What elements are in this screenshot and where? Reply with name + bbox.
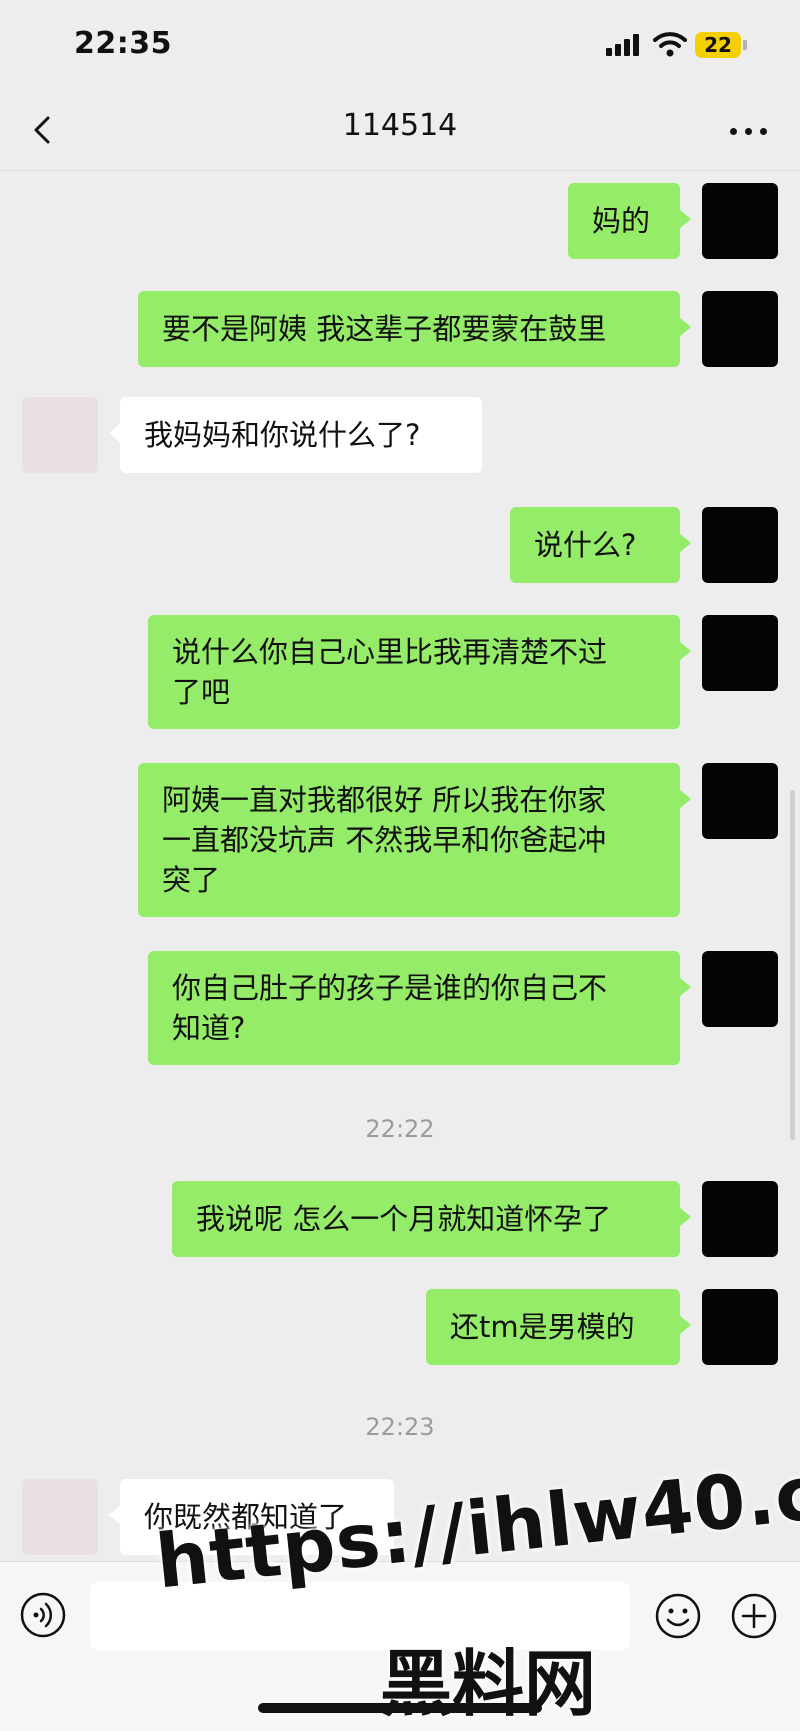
my-avatar[interactable] bbox=[702, 615, 778, 691]
plus-icon[interactable] bbox=[730, 1592, 778, 1640]
message-bubble[interactable]: 你既然都知道了 bbox=[109, 1479, 394, 1555]
message-line: 阿姨一直对我都很好 所以我在你家 bbox=[162, 783, 607, 817]
contact-avatar[interactable] bbox=[22, 1479, 98, 1555]
message-line: 你既然都知道了 bbox=[144, 1500, 348, 1534]
message-line: 妈的 bbox=[592, 204, 651, 238]
my-avatar[interactable] bbox=[702, 1181, 778, 1257]
message-line: 我妈妈和你说什么了? bbox=[144, 418, 421, 452]
signal-icon bbox=[606, 34, 642, 56]
wifi-icon bbox=[653, 32, 687, 57]
my-avatar[interactable] bbox=[702, 507, 778, 583]
message-line: 要不是阿姨 我这辈子都要蒙在鼓里 bbox=[162, 312, 607, 346]
battery-indicator: 22 bbox=[695, 32, 741, 58]
message-bubble[interactable]: 你自己肚子的孩子是谁的你自己不 知道? bbox=[148, 951, 691, 1065]
message-line: 说什么? bbox=[534, 528, 637, 562]
emoji-icon[interactable] bbox=[654, 1592, 702, 1640]
chat-header: 114514 bbox=[0, 90, 800, 171]
message-list[interactable]: 妈的 要不是阿姨 我这辈子都要蒙在鼓里 我妈妈和你说什么了? 说什么? 说什么你… bbox=[0, 171, 800, 1561]
home-indicator[interactable] bbox=[258, 1703, 542, 1713]
message-bubble[interactable]: 我妈妈和你说什么了? bbox=[109, 397, 482, 473]
my-avatar[interactable] bbox=[702, 1289, 778, 1365]
message-bubble[interactable]: 说什么? bbox=[510, 507, 691, 583]
message-input[interactable] bbox=[90, 1582, 630, 1650]
my-avatar[interactable] bbox=[702, 291, 778, 367]
more-icon[interactable] bbox=[724, 116, 774, 146]
message-line: 知道? bbox=[172, 1011, 246, 1045]
message-bubble[interactable]: 要不是阿姨 我这辈子都要蒙在鼓里 bbox=[138, 291, 691, 367]
my-avatar[interactable] bbox=[702, 951, 778, 1027]
message-bubble[interactable]: 说什么你自己心里比我再清楚不过 了吧 bbox=[148, 615, 691, 729]
message-line: 说什么你自己心里比我再清楚不过 bbox=[172, 635, 608, 669]
contact-avatar[interactable] bbox=[22, 397, 98, 473]
status-bar: 22:35 22 bbox=[0, 0, 800, 90]
message-line: 了吧 bbox=[172, 675, 231, 709]
message-bubble[interactable]: 阿姨一直对我都很好 所以我在你家 一直都没坑声 不然我早和你爸起冲 突了 bbox=[138, 763, 691, 917]
my-avatar[interactable] bbox=[702, 763, 778, 839]
message-bubble[interactable]: 还tm是男模的 bbox=[426, 1289, 691, 1365]
my-avatar[interactable] bbox=[702, 183, 778, 259]
status-time: 22:35 bbox=[74, 26, 172, 61]
message-bubble[interactable]: 我说呢 怎么一个月就知道怀孕了 bbox=[172, 1181, 691, 1257]
message-line: 我说呢 怎么一个月就知道怀孕了 bbox=[196, 1202, 612, 1236]
voice-icon[interactable] bbox=[20, 1592, 66, 1638]
message-line: 一直都没坑声 不然我早和你爸起冲 bbox=[162, 823, 607, 857]
timestamp-divider: 22:23 bbox=[365, 1413, 435, 1441]
scroll-indicator[interactable] bbox=[790, 790, 795, 1140]
timestamp-divider: 22:22 bbox=[365, 1115, 435, 1143]
message-bubble[interactable]: 妈的 bbox=[568, 183, 691, 259]
message-line: 还tm是男模的 bbox=[450, 1310, 635, 1344]
message-line: 突了 bbox=[162, 863, 221, 897]
battery-tip bbox=[743, 40, 747, 50]
message-line: 你自己肚子的孩子是谁的你自己不 bbox=[172, 971, 608, 1005]
chat-title: 114514 bbox=[342, 108, 458, 143]
